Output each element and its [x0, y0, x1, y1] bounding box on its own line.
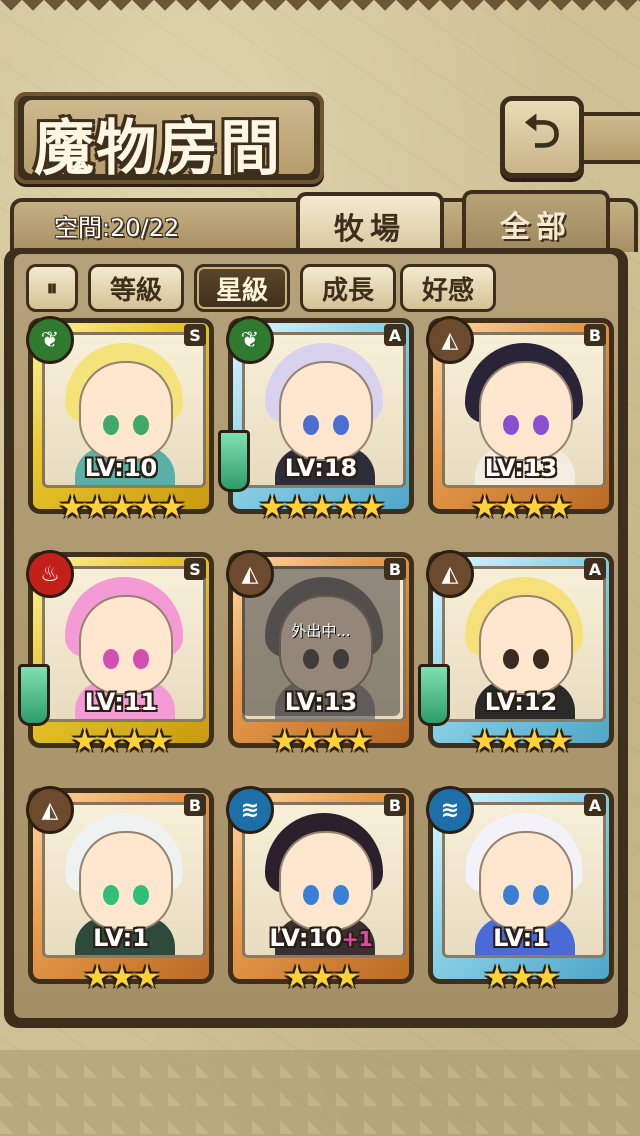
rank-badge: A: [584, 558, 606, 580]
bottom-border: [0, 1050, 640, 1136]
return-arrow-icon: ⮌: [523, 104, 561, 158]
star-rating: ★★★★: [271, 724, 373, 759]
top-border: [0, 0, 640, 22]
sort-star-button[interactable]: 星級: [194, 264, 290, 312]
rank-badge: B: [384, 558, 406, 580]
rank-badge: B: [584, 324, 606, 346]
monster-card[interactable]: S ❦ LV:10 ★★★★★: [26, 316, 214, 534]
rank-badge: S: [184, 558, 206, 580]
water-element-icon: ≋: [226, 786, 274, 834]
monster-level: LV:18: [284, 454, 358, 482]
away-label: 外出中...: [291, 622, 351, 640]
monster-level: LV:13: [484, 454, 558, 482]
monster-level: LV:12: [484, 688, 558, 716]
rank-badge: B: [384, 794, 406, 816]
monster-card[interactable]: B ◭ LV:13 ★★★★: [426, 316, 614, 534]
level-bonus: +1: [341, 927, 373, 951]
tab-all[interactable]: 全部: [462, 190, 610, 254]
monster-level: LV:1: [493, 924, 549, 952]
fire-element-icon: ♨: [26, 550, 74, 598]
star-rating: ★★★★: [471, 490, 573, 525]
capacity-count: 空間:20/22: [54, 214, 180, 242]
star-rating: ★★★★★: [258, 490, 385, 525]
sort-order-toggle[interactable]: ⏸: [26, 264, 78, 312]
rank-badge: B: [184, 794, 206, 816]
earth-element-icon: ◭: [226, 550, 274, 598]
monster-card[interactable]: A ◭ LV:12 ★★★★: [418, 550, 614, 768]
star-rating: ★★★: [483, 960, 561, 995]
wood-element-icon: ❦: [226, 316, 274, 364]
tab-ranch[interactable]: 牧場: [296, 192, 444, 256]
monster-card[interactable]: 外出中... B ◭ LV:13 ★★★★: [226, 550, 414, 768]
earth-element-icon: ◭: [26, 786, 74, 834]
earth-element-icon: ◭: [426, 550, 474, 598]
monster-card[interactable]: A ≋ LV:1 ★★★: [426, 786, 614, 1004]
sort-affection-button[interactable]: 好感: [400, 264, 496, 312]
rank-badge: A: [384, 324, 406, 346]
star-rating: ★★★★: [71, 724, 173, 759]
star-rating: ★★★: [83, 960, 161, 995]
monster-level: LV:1: [93, 924, 149, 952]
monster-card[interactable]: S ♨ LV:11 ★★★★: [18, 550, 214, 768]
star-rating: ★★★★★: [58, 490, 185, 525]
water-element-icon: ≋: [426, 786, 474, 834]
monster-card[interactable]: B ≋ LV:10+1 ★★★: [226, 786, 414, 1004]
star-rating: ★★★: [283, 960, 361, 995]
star-rating: ★★★★: [471, 724, 573, 759]
rank-badge: A: [584, 794, 606, 816]
earth-element-icon: ◭: [426, 316, 474, 364]
back-button[interactable]: ⮌: [500, 96, 584, 178]
sort-growth-button[interactable]: 成長: [300, 264, 396, 312]
monster-card[interactable]: A ❦ LV:18 ★★★★★: [218, 316, 414, 534]
monster-level: LV:13: [284, 688, 358, 716]
wood-element-icon: ❦: [26, 316, 74, 364]
sort-level-button[interactable]: 等級: [88, 264, 184, 312]
monster-card[interactable]: B ◭ LV:1 ★★★: [26, 786, 214, 1004]
monster-level: LV:10+1: [269, 924, 373, 952]
rank-badge: S: [184, 324, 206, 346]
monster-level: LV:11: [84, 688, 158, 716]
monster-level: LV:10: [84, 454, 158, 482]
page-title: 魔物房間: [34, 114, 282, 184]
